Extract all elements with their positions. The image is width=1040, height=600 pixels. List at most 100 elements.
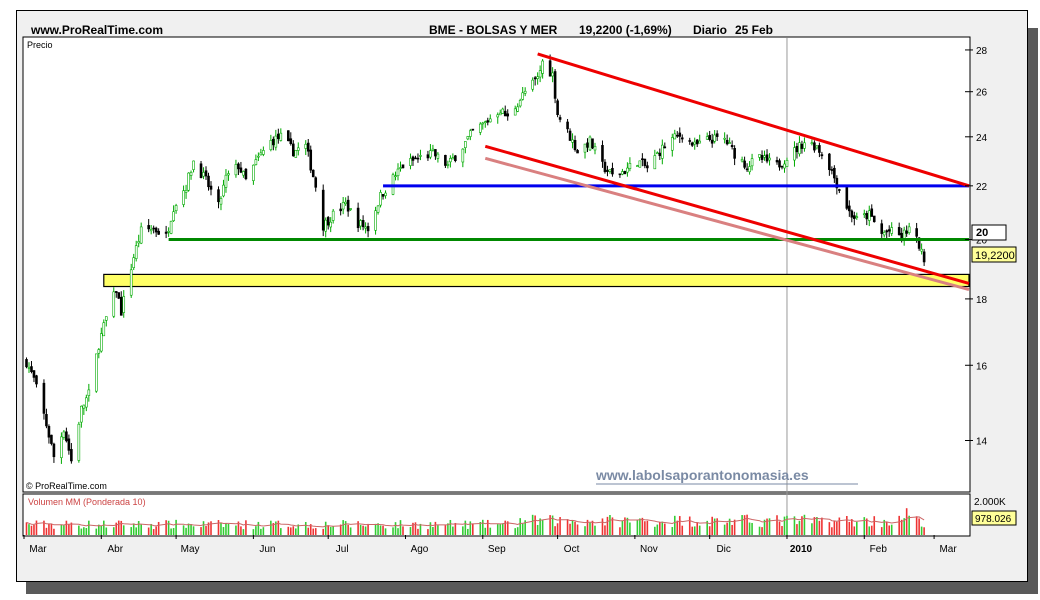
y-tick-label: 18 [976,295,988,306]
candle-body [656,152,659,155]
candle-body [813,142,816,151]
candle-body [768,157,771,161]
candle-body [379,192,382,206]
candle-body [294,150,298,158]
candle-body [274,135,278,148]
price-chart: 28 26 24 22 20 18 16 14 Mar Abr May Jun Jul Ago Sep Oc… [22,36,1017,555]
candle-body [593,146,597,151]
candle-body [608,169,612,172]
candle-body [154,227,158,233]
candle-body [227,173,230,176]
candle-body [242,171,245,176]
candle-body [603,161,607,173]
candle-body [498,112,502,116]
candle-body [518,100,522,107]
candle-body [503,110,507,117]
candle-body [628,163,632,169]
candle-body [311,169,315,178]
candle-body [364,226,367,229]
candle-body [887,229,891,232]
candle-body [104,316,108,321]
candle-body [556,100,559,115]
candle-body [187,172,190,191]
candle-body [257,155,260,158]
candle-body [478,123,482,133]
candle-body [137,241,140,244]
candle-body [785,159,789,167]
candle-body [461,148,465,163]
candle-body [867,210,871,221]
candle-body [675,134,679,137]
candle-body [314,177,318,188]
candle-body [65,431,68,442]
candle-body [576,150,579,154]
candle-body [818,145,821,153]
candle-body [481,122,485,125]
candle-body [715,133,719,137]
candle-body [516,106,519,112]
candle-body [234,164,238,176]
candle-body [224,174,228,188]
candle-body [112,291,116,317]
candle-body [890,227,894,234]
candle-body [872,215,876,223]
candle-body [793,147,796,161]
x-tick-label: Mar [939,544,957,555]
candle-body [446,164,450,166]
x-tick-label: Jul [336,544,349,555]
candle-body [626,167,629,173]
x-tick-label: Mar [29,544,47,555]
candle-body [710,139,714,144]
candle-body [558,117,562,120]
candle-body [309,149,313,171]
candle-body [848,205,851,212]
candle-body [483,121,487,123]
candle-body [52,443,56,458]
candle-body [291,143,295,157]
support-zone [103,273,970,288]
last-price-tag: 19,2200 [975,250,1015,262]
candle-body [678,132,682,137]
candle-body [568,130,572,141]
candle-body [795,146,799,153]
candle-body [780,165,784,168]
candle-body [870,208,874,217]
candle-body [621,171,624,175]
candle-body [70,449,73,462]
x-tick-label: Dic [716,544,730,555]
candle-body [252,164,255,181]
candle-body [533,77,537,80]
highlight-level-tag: 20 [976,227,988,239]
candle-body [454,155,457,162]
candle-body [763,155,766,158]
candle-body [122,296,126,313]
candle-body [361,220,365,228]
candle-body [209,185,213,190]
candle-body [680,137,684,140]
candle-body [399,167,402,169]
candle-body [189,172,193,176]
candle-body [169,220,173,234]
y-tick-label: 22 [976,182,988,193]
candle-body [174,205,178,212]
candle-body [279,132,283,141]
candle-body [743,160,746,168]
candle-body [42,382,46,414]
candle-body [47,426,51,438]
candle-body [139,226,143,244]
candle-body [82,404,86,409]
candle-body [184,190,188,193]
candle-body [222,184,225,197]
candle-body [553,71,557,99]
candle-body [429,150,432,158]
candle-body [401,164,405,169]
candle-body [339,208,342,212]
candle-body [693,141,697,145]
candle-body [329,221,332,228]
x-tick-label: Abr [108,544,124,555]
candle-body [748,166,751,173]
candle-body [833,167,836,179]
candle-body [80,405,83,423]
candle-body [237,163,240,170]
candle-body [745,168,749,171]
